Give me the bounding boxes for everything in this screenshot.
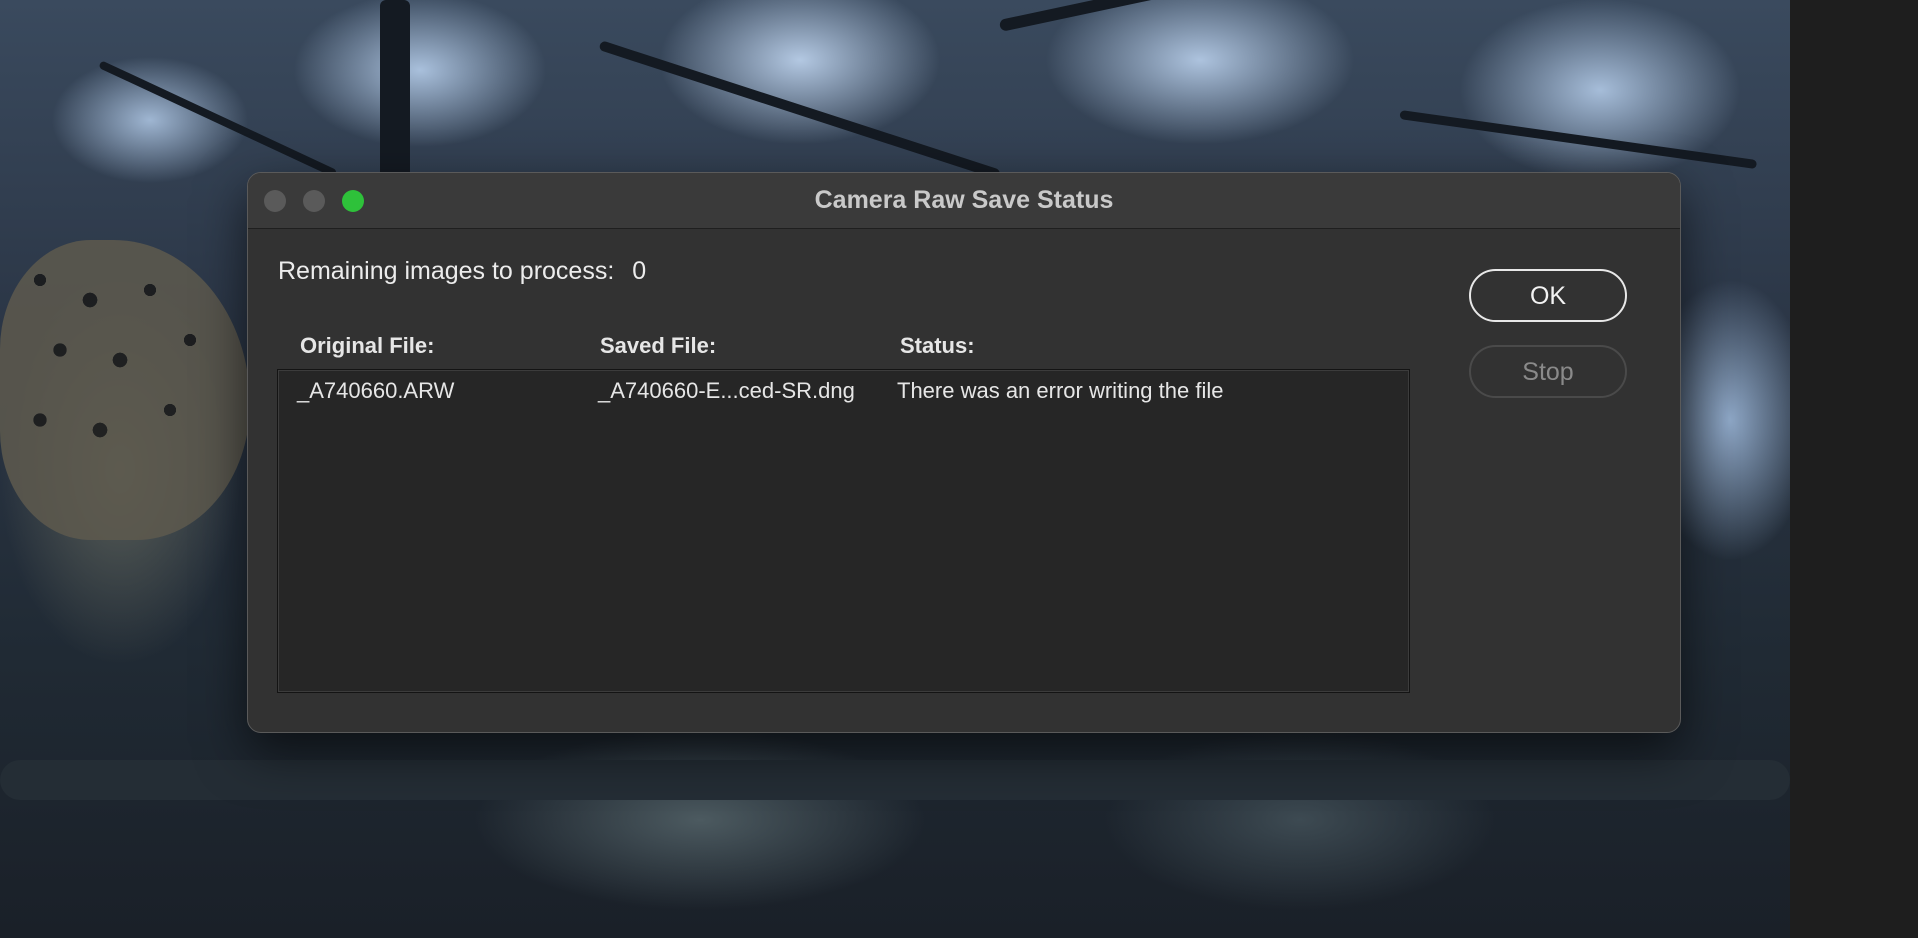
title-bar[interactable]: Camera Raw Save Status <box>248 173 1680 229</box>
leopard <box>0 240 250 540</box>
header-status: Status: <box>900 333 975 358</box>
side-panel <box>1790 0 1918 938</box>
remaining-count: 0 <box>632 257 647 285</box>
stop-button[interactable]: Stop <box>1469 345 1627 398</box>
camera-raw-save-status-dialog: Camera Raw Save Status Remaining images … <box>247 172 1681 733</box>
status-cell: There was an error writing the file <box>897 378 1224 403</box>
list-item[interactable]: _A740660.ARW _A740660-E...ced-SR.dng The… <box>278 370 1409 410</box>
original-file-cell: _A740660.ARW <box>297 378 455 403</box>
desktop: Camera Raw Save Status Remaining images … <box>0 0 1918 938</box>
remaining-label: Remaining images to process: <box>278 257 615 285</box>
file-status-list[interactable]: _A740660.ARW _A740660-E...ced-SR.dng The… <box>277 369 1410 693</box>
saved-file-cell: _A740660-E...ced-SR.dng <box>598 378 855 403</box>
ok-button[interactable]: OK <box>1469 269 1627 322</box>
header-saved-file: Saved File: <box>600 333 717 358</box>
dialog-title: Camera Raw Save Status <box>814 186 1114 214</box>
remaining-images: Remaining images to process: 0 <box>278 257 646 286</box>
header-original-file: Original File: <box>300 333 435 358</box>
